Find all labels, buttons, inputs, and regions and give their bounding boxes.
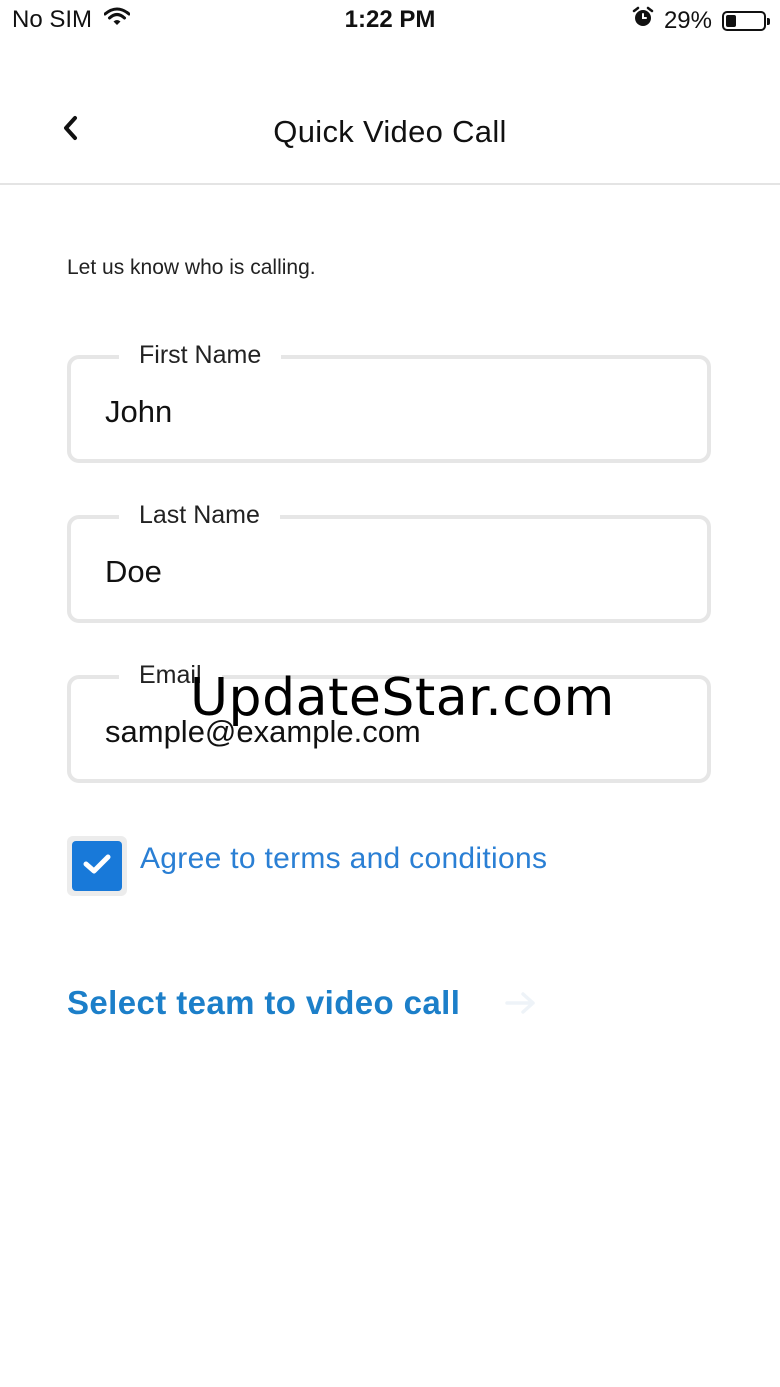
select-team-button[interactable]: Select team to video call xyxy=(67,984,538,1022)
intro-text: Let us know who is calling. xyxy=(67,256,316,279)
carrier-label: No SIM xyxy=(12,6,93,33)
terms-label[interactable]: Agree to terms and conditions xyxy=(140,842,547,876)
checkbox-checked-state xyxy=(72,841,122,891)
last-name-field: Last Name xyxy=(67,497,711,623)
last-name-input[interactable] xyxy=(105,554,675,590)
battery-icon xyxy=(722,10,770,31)
email-label: Email xyxy=(119,657,222,693)
checkmark-icon xyxy=(82,852,112,881)
arrow-right-icon xyxy=(504,990,538,1016)
wifi-icon xyxy=(103,6,131,34)
last-name-label: Last Name xyxy=(119,497,280,533)
status-bar: No SIM 1:22 PM 29% xyxy=(0,0,780,44)
status-left: No SIM xyxy=(12,6,131,34)
first-name-label: First Name xyxy=(119,337,282,373)
status-right: 29% xyxy=(632,6,770,35)
page-title: Quick Video Call xyxy=(273,114,507,149)
first-name-field: First Name xyxy=(67,337,711,463)
email-field: Email xyxy=(67,657,711,783)
battery-fill xyxy=(726,14,736,27)
select-team-label: Select team to video call xyxy=(67,984,461,1021)
battery-percent: 29% xyxy=(663,6,712,34)
email-input[interactable] xyxy=(105,714,675,750)
nav-bar: Quick Video Call xyxy=(0,88,780,185)
alarm-icon xyxy=(632,6,654,35)
first-name-input[interactable] xyxy=(105,394,675,430)
terms-checkbox[interactable] xyxy=(67,836,127,896)
